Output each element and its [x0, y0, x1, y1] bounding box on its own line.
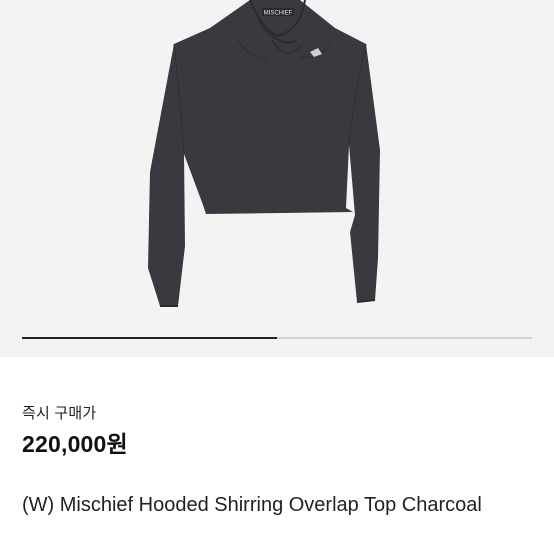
product-image-carousel[interactable]: MISCHIEF [0, 0, 554, 357]
product-image: MISCHIEF [148, 0, 380, 307]
carousel-indicator [22, 337, 532, 339]
product-detail-page: MISCHIEF 즉시 구매가 220,000원 (W) Mischief Ho… [0, 0, 554, 554]
neck-label-text: MISCHIEF [264, 11, 293, 17]
carousel-indicator-active [22, 337, 277, 339]
instant-price: 220,000원 [22, 431, 128, 457]
product-title: (W) Mischief Hooded Shirring Overlap Top… [22, 494, 482, 516]
instant-price-label: 즉시 구매가 [22, 405, 97, 422]
garment-body [148, 0, 380, 306]
